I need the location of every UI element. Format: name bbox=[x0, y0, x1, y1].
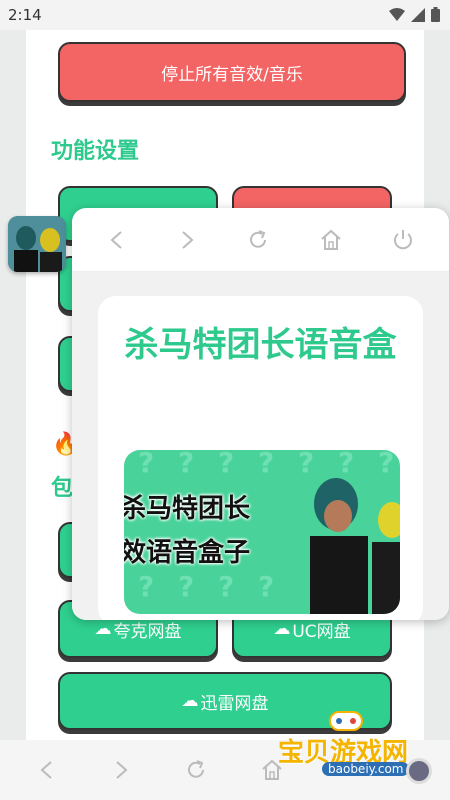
refresh-icon[interactable] bbox=[184, 758, 208, 782]
cloud-icon: ☁ bbox=[181, 691, 199, 711]
signal-icon bbox=[411, 7, 425, 22]
uc-pan-label: UC网盘 bbox=[292, 621, 351, 642]
app-card[interactable]: 杀马特团长语音盒 ? ? ? ? ? ? ? ? ? ? ? 杀马特团长 效语音… bbox=[98, 296, 423, 620]
quark-pan-label: 夸克网盘 bbox=[113, 621, 182, 642]
card-title: 杀马特团长语音盒 bbox=[124, 325, 397, 365]
home-icon[interactable] bbox=[319, 228, 343, 252]
floating-avatar[interactable] bbox=[8, 216, 66, 272]
cover-text-line1: 杀马特团长 bbox=[124, 494, 251, 524]
back-icon[interactable] bbox=[36, 759, 58, 781]
refresh-icon[interactable] bbox=[246, 228, 270, 252]
floating-ball-icon[interactable] bbox=[406, 758, 432, 784]
power-icon[interactable] bbox=[391, 228, 415, 252]
popup-window: 杀马特团长语音盒 ? ? ? ? ? ? ? ? ? ? ? 杀马特团长 效语音… bbox=[72, 208, 449, 620]
popup-body: 杀马特团长语音盒 ? ? ? ? ? ? ? ? ? ? ? 杀马特团长 效语音… bbox=[72, 272, 449, 620]
cover-text-line2: 音效语音盒子 bbox=[124, 538, 251, 568]
xunlei-pan-label: 迅雷网盘 bbox=[200, 693, 269, 714]
back-icon[interactable] bbox=[106, 229, 128, 251]
popup-nav-bar bbox=[72, 208, 449, 272]
battery-icon bbox=[431, 7, 440, 22]
status-time: 2:14 bbox=[8, 6, 42, 24]
wifi-icon bbox=[389, 7, 405, 21]
section-title-pan: 包 bbox=[51, 476, 74, 501]
status-bar: 2:14 bbox=[0, 0, 450, 30]
gamepad-icon bbox=[329, 711, 363, 731]
character-figures bbox=[310, 478, 400, 614]
watermark-url: baobeiy.com bbox=[322, 762, 410, 776]
stop-all-sounds-button[interactable]: 停止所有音效/音乐 bbox=[58, 42, 406, 102]
watermark-logo: 宝贝游戏网 baobeiy.com bbox=[272, 708, 442, 794]
forward-icon[interactable] bbox=[176, 229, 198, 251]
stop-all-sounds-label: 停止所有音效/音乐 bbox=[161, 64, 303, 85]
card-cover-image: ? ? ? ? ? ? ? ? ? ? ? 杀马特团长 音效语 bbox=[124, 450, 400, 614]
cloud-icon: ☁ bbox=[94, 619, 112, 639]
forward-icon[interactable] bbox=[110, 759, 132, 781]
status-icons bbox=[389, 7, 440, 22]
section-title-function: 功能设置 bbox=[51, 139, 140, 164]
cloud-icon: ☁ bbox=[273, 619, 291, 639]
